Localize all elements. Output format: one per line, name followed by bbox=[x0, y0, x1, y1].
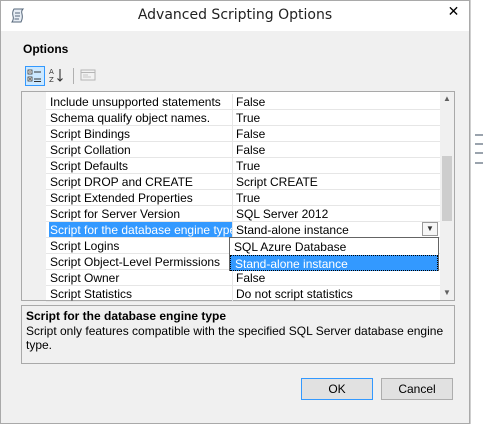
title-bar[interactable]: Advanced Scripting Options ✕ bbox=[1, 1, 469, 31]
property-row[interactable]: Schema qualify object names. True bbox=[46, 110, 440, 126]
property-value: True bbox=[232, 158, 440, 173]
property-name: Script Owner bbox=[50, 271, 120, 285]
property-row[interactable]: Script Bindings False bbox=[46, 126, 440, 142]
property-row[interactable]: Script for Server Version SQL Server 2012 bbox=[46, 206, 440, 222]
property-value-text: False bbox=[236, 127, 266, 141]
property-value: False bbox=[232, 270, 440, 285]
property-name: Script Logins bbox=[50, 239, 120, 253]
property-value: False bbox=[232, 126, 440, 141]
property-name: Schema qualify object names. bbox=[50, 111, 211, 125]
property-value-text: True bbox=[236, 191, 261, 205]
property-row[interactable]: Script Owner False bbox=[46, 270, 440, 286]
scrollbar-thumb[interactable] bbox=[442, 156, 452, 221]
property-value: Do not script statistics bbox=[232, 286, 440, 301]
property-name: Script Statistics bbox=[50, 287, 133, 301]
property-value-text: False bbox=[236, 271, 266, 285]
categorized-view-icon bbox=[27, 69, 41, 82]
property-name: Script for the database engine type bbox=[49, 222, 232, 237]
property-value-text: False bbox=[236, 143, 266, 157]
alphabetical-sort-icon: A Z bbox=[49, 68, 63, 84]
property-value: False bbox=[232, 142, 440, 157]
property-grid-toolbar: A Z bbox=[21, 65, 453, 87]
property-name: Script for Server Version bbox=[50, 207, 181, 221]
property-value-text: Script CREATE bbox=[236, 175, 318, 189]
property-value: True bbox=[232, 190, 440, 205]
property-row[interactable]: Include unsupported statements False bbox=[46, 94, 440, 110]
property-value-text: True bbox=[236, 159, 261, 173]
svg-text:A: A bbox=[49, 68, 54, 76]
property-value-text: Stand-alone instance bbox=[236, 223, 349, 237]
alphabetical-sort-button[interactable]: A Z bbox=[48, 66, 68, 86]
dropdown-arrow-icon[interactable]: ▼ bbox=[422, 222, 438, 236]
property-value-text: False bbox=[236, 95, 266, 109]
description-pane: Script for the database engine type Scri… bbox=[21, 305, 455, 364]
property-name: Include unsupported statements bbox=[50, 95, 221, 109]
toolbar-separator bbox=[73, 68, 74, 84]
property-value[interactable]: Stand-alone instance ▼ bbox=[232, 222, 440, 237]
dropdown-option-sql-azure[interactable]: SQL Azure Database bbox=[230, 239, 438, 255]
property-pages-icon bbox=[80, 69, 96, 81]
property-value-text: True bbox=[236, 111, 261, 125]
description-title: Script for the database engine type bbox=[26, 309, 227, 323]
property-name: Script Defaults bbox=[50, 159, 129, 173]
cancel-button[interactable]: Cancel bbox=[381, 378, 453, 400]
options-label: Options bbox=[23, 42, 69, 56]
vertical-scrollbar[interactable]: ▲ ▼ bbox=[440, 92, 454, 300]
scroll-up-icon[interactable]: ▲ bbox=[440, 92, 454, 106]
ok-button[interactable]: OK bbox=[301, 378, 373, 400]
property-row[interactable]: Script Statistics Do not script statistic… bbox=[46, 286, 440, 302]
property-name: Script DROP and CREATE bbox=[50, 175, 193, 189]
property-value: Script CREATE bbox=[232, 174, 440, 189]
svg-text:Z: Z bbox=[49, 76, 54, 84]
advanced-scripting-options-dialog: Advanced Scripting Options ✕ Options A Z bbox=[0, 0, 470, 424]
categorized-view-button[interactable] bbox=[25, 66, 45, 86]
property-grid-margin bbox=[22, 92, 46, 300]
property-row[interactable]: Script for the database engine type Stand… bbox=[46, 222, 440, 238]
property-row[interactable]: Script Collation False bbox=[46, 142, 440, 158]
property-value: False bbox=[232, 94, 440, 109]
engine-type-dropdown-list[interactable]: SQL Azure Database Stand-alone instance bbox=[229, 237, 439, 271]
property-pages-button[interactable] bbox=[79, 66, 99, 86]
close-button[interactable]: ✕ bbox=[438, 1, 469, 21]
property-name: Script Collation bbox=[50, 143, 131, 157]
property-value-text: SQL Server 2012 bbox=[236, 207, 329, 221]
property-row[interactable]: Script Defaults True bbox=[46, 158, 440, 174]
property-name: Script Bindings bbox=[50, 127, 131, 141]
background-window-edge bbox=[470, 0, 483, 424]
window-title: Advanced Scripting Options bbox=[137, 7, 333, 23]
property-value-text: Do not script statistics bbox=[236, 287, 353, 301]
description-text: Script only features compatible with the… bbox=[26, 324, 444, 352]
property-value: True bbox=[232, 110, 440, 125]
dropdown-option-standalone[interactable]: Stand-alone instance bbox=[230, 255, 438, 271]
property-name: Script Extended Properties bbox=[50, 191, 193, 205]
scroll-down-icon[interactable]: ▼ bbox=[440, 286, 454, 300]
property-row[interactable]: Script DROP and CREATE Script CREATE bbox=[46, 174, 440, 190]
property-row[interactable]: Script Extended Properties True bbox=[46, 190, 440, 206]
property-name: Script Object-Level Permissions bbox=[50, 255, 221, 269]
property-value: SQL Server 2012 bbox=[232, 206, 440, 221]
close-icon: ✕ bbox=[447, 3, 460, 19]
